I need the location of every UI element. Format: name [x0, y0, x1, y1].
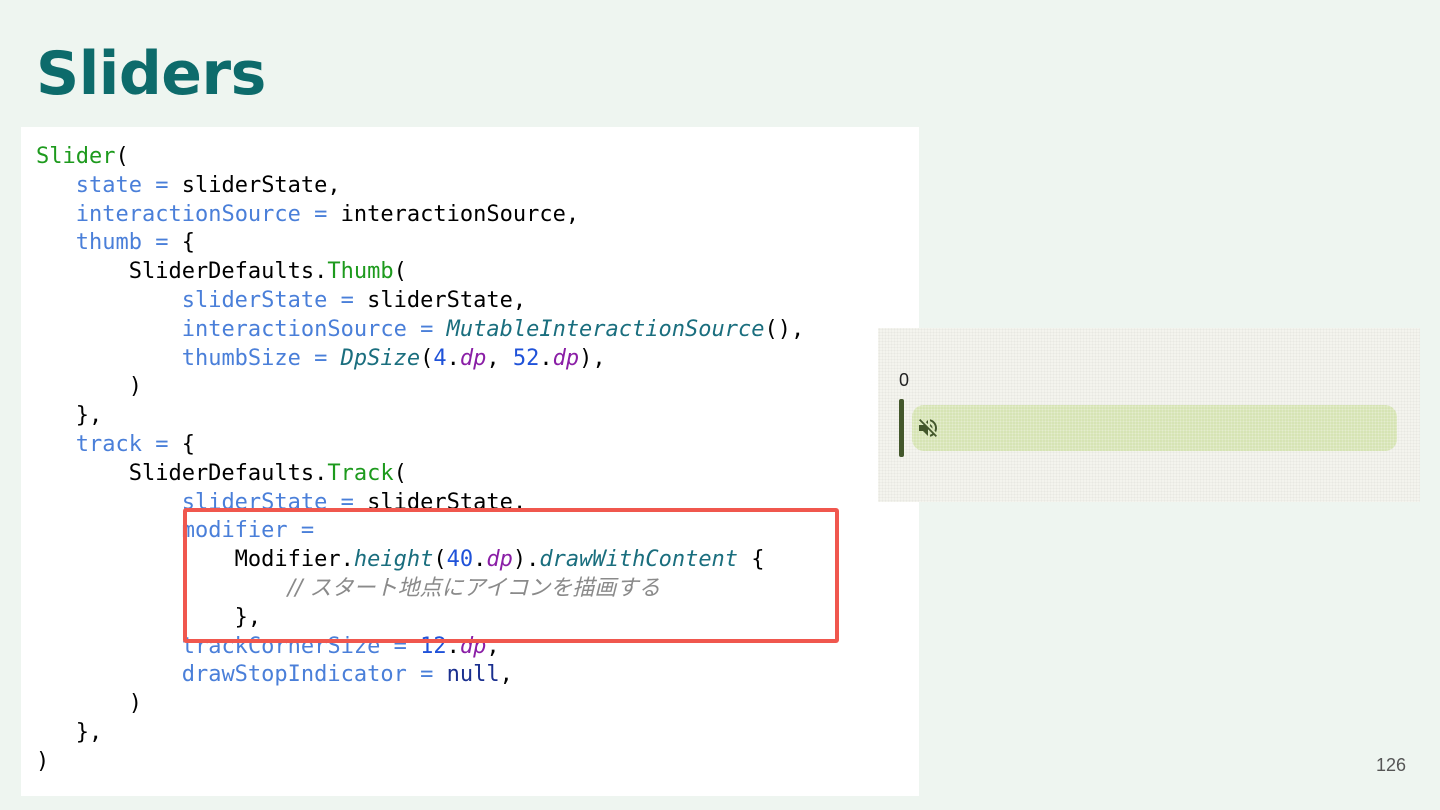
- code-line: },: [36, 402, 804, 431]
- code-token: thumb =: [75, 230, 182, 256]
- code-block: Slider( state = sliderState, interaction…: [36, 143, 804, 777]
- code-token: 4: [433, 345, 447, 371]
- code-line: interactionSource = interactionSource,: [36, 201, 804, 230]
- highlight-box: [183, 508, 839, 643]
- code-token: drawStopIndicator =: [181, 662, 447, 688]
- code-token: thumbSize =: [181, 345, 341, 371]
- code-token: SliderDefaults.: [36, 460, 328, 486]
- code-token: Slider: [36, 144, 116, 169]
- code-token: (: [420, 345, 434, 371]
- slider-preview: 0: [878, 328, 1420, 502]
- code-token: {: [181, 431, 195, 457]
- code-token: sliderState =: [181, 287, 368, 313]
- code-token: state =: [75, 172, 182, 198]
- slider-track[interactable]: [912, 405, 1397, 451]
- code-token: dp: [552, 345, 580, 371]
- code-token: null: [446, 662, 500, 688]
- code-line: thumb = {: [36, 229, 804, 258]
- code-token: (),: [764, 316, 805, 342]
- code-line: drawStopIndicator = null,: [36, 661, 804, 690]
- code-token: Thumb: [327, 259, 394, 285]
- code-token: ): [36, 748, 50, 774]
- code-token: {: [181, 230, 195, 256]
- code-token: interactionSource,: [340, 201, 580, 227]
- code-line: sliderState = sliderState,: [36, 287, 804, 316]
- code-line: ): [36, 690, 804, 719]
- code-token: Track: [327, 460, 394, 486]
- code-line: ): [36, 373, 804, 402]
- code-token: (: [393, 460, 407, 486]
- code-token: ): [36, 691, 142, 717]
- code-line: Slider(: [36, 143, 804, 172]
- code-token: (: [115, 144, 129, 169]
- code-token: interactionSource =: [181, 316, 447, 342]
- code-line: },: [36, 719, 804, 748]
- code-token: MutableInteractionSource: [446, 316, 765, 342]
- code-token: track =: [75, 431, 182, 457]
- code-line: thumbSize = DpSize(4.dp, 52.dp),: [36, 345, 804, 374]
- code-line: SliderDefaults.Thumb(: [36, 258, 804, 287]
- code-token: ): [36, 374, 142, 400]
- code-line: track = {: [36, 431, 804, 460]
- code-line: state = sliderState,: [36, 172, 804, 201]
- code-token: ,: [486, 345, 513, 371]
- code-panel: Slider( state = sliderState, interaction…: [21, 127, 919, 796]
- code-token: },: [36, 719, 103, 745]
- code-token: dp: [459, 345, 487, 371]
- code-token: sliderState,: [367, 287, 527, 313]
- code-token: SliderDefaults.: [36, 259, 328, 285]
- code-token: (: [393, 259, 407, 285]
- code-token: interactionSource =: [75, 201, 341, 227]
- code-token: },: [36, 403, 103, 429]
- code-token: sliderState,: [181, 172, 341, 198]
- slide-title: Sliders: [36, 39, 266, 109]
- code-token: ,: [499, 662, 513, 688]
- slider-value-label: 0: [899, 370, 910, 390]
- code-line: SliderDefaults.Track(: [36, 460, 804, 489]
- slider-thumb[interactable]: [899, 399, 904, 457]
- code-token: 52: [512, 345, 540, 371]
- page-number: 126: [1375, 755, 1406, 775]
- code-token: .: [539, 345, 553, 371]
- code-token: ),: [579, 345, 606, 371]
- code-line: interactionSource = MutableInteractionSo…: [36, 316, 805, 345]
- code-token: DpSize: [340, 345, 421, 371]
- code-line: ): [36, 748, 804, 777]
- code-token: .: [446, 345, 460, 371]
- volume-off-icon: [919, 419, 937, 437]
